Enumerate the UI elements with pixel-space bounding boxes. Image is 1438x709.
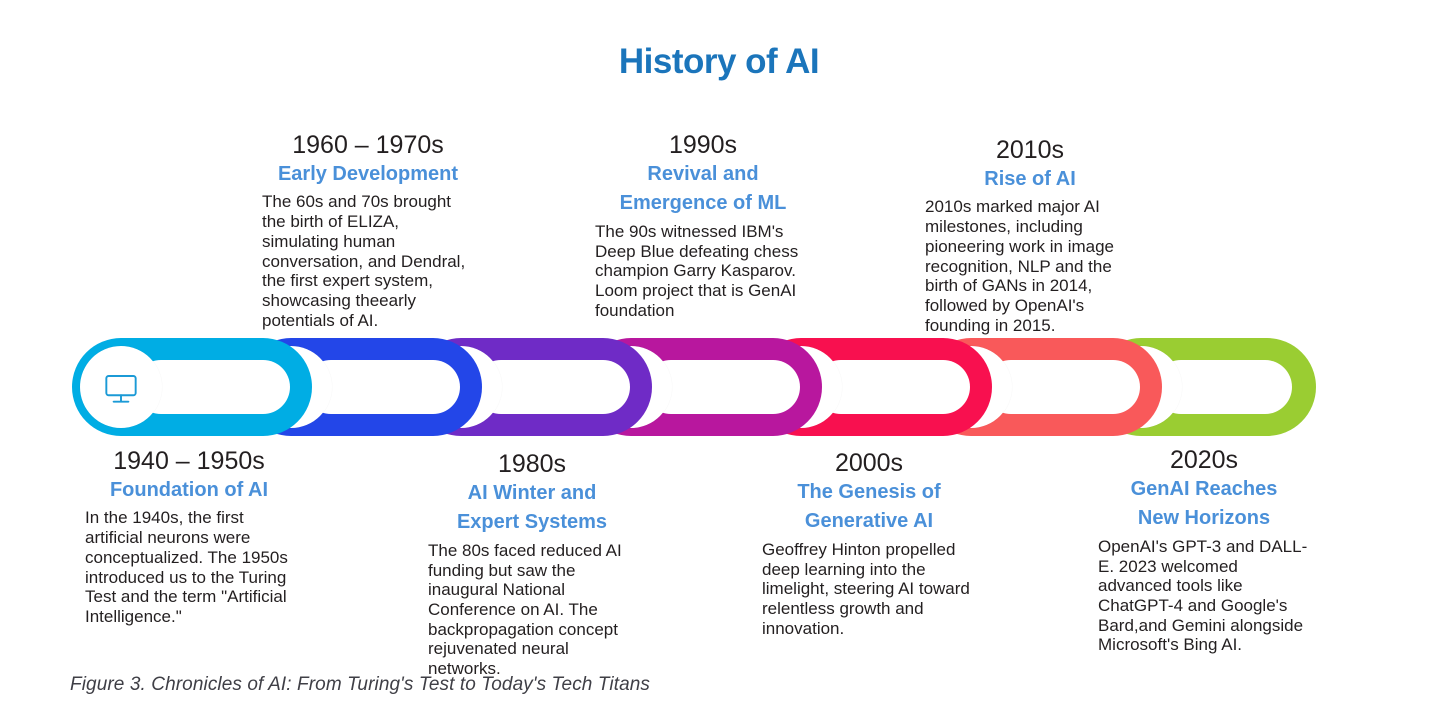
entry-year: 2000s (834, 449, 904, 477)
entry-subtitle-line1: Revival and (647, 163, 759, 185)
entry-subtitle-line2: New Horizons (1137, 507, 1271, 530)
entry-subtitle-line2: Generative AI (804, 510, 934, 533)
timeline-segment-1940-1950s[interactable] (72, 338, 312, 436)
entry-block-foundation: 1940 – 1950s Foundation of AI In the 194… (85, 447, 293, 627)
entry-block-rise: 2010s Rise of AI 2010s marked major AI m… (925, 136, 1135, 335)
entry-block-ai-winter: 1980s AI Winter and Expert Systems The 8… (428, 450, 636, 679)
entry-year: 1960 – 1970s (292, 131, 444, 159)
entry-body: The 60s and 70s brought the birth of ELI… (262, 192, 466, 330)
entry-block-revival: 1990s Revival and Emergence of ML The 90… (595, 131, 811, 320)
entry-subtitle-line1: AI Winter and (467, 482, 597, 504)
entry-year: 2020s (1169, 446, 1239, 474)
entry-body: OpenAI's GPT-3 and DALL-E. 2023 welcomed… (1098, 536, 1308, 655)
entry-body: The 90s witnessed IBM's Deep Blue defeat… (595, 221, 799, 320)
entry-body: The 80s faced reduced AI funding but saw… (428, 540, 622, 679)
timeline-chain (72, 338, 1316, 436)
timeline-node-1[interactable] (80, 346, 162, 428)
figure-caption: Figure 3. Chronicles of AI: From Turing'… (70, 674, 651, 695)
entry-body: 2010s marked major AI milestones, includ… (925, 197, 1114, 335)
entry-block-genesis: 2000s The Genesis of Generative AI Geoff… (762, 449, 976, 638)
entry-subtitle-line1: The Genesis of (797, 481, 941, 503)
entry-subtitle-line1: GenAI Reaches (1130, 478, 1278, 500)
entry-year: 2010s (995, 136, 1065, 164)
entry-block-genai: 2020s GenAI Reaches New Horizons OpenAI'… (1098, 446, 1310, 655)
entry-subtitle-line2: Emergence of ML (619, 192, 787, 215)
entry-body: In the 1940s, the first artificial neuro… (85, 508, 288, 626)
entry-block-early-development: 1960 – 1970s Early Development The 60s a… (262, 131, 474, 330)
monitor-icon (99, 365, 143, 409)
entry-subtitle: Early Development (277, 163, 459, 185)
entry-year: 1940 – 1950s (113, 447, 265, 475)
entry-year: 1990s (668, 131, 738, 159)
entry-year: 1980s (497, 450, 567, 478)
entry-subtitle: Foundation of AI (109, 479, 269, 501)
entry-subtitle-line2: Expert Systems (456, 511, 608, 534)
page-title: History of AI (618, 42, 820, 81)
entry-body: Geoffrey Hinton propelled deep learning … (762, 539, 970, 638)
entry-subtitle: Rise of AI (984, 168, 1076, 190)
